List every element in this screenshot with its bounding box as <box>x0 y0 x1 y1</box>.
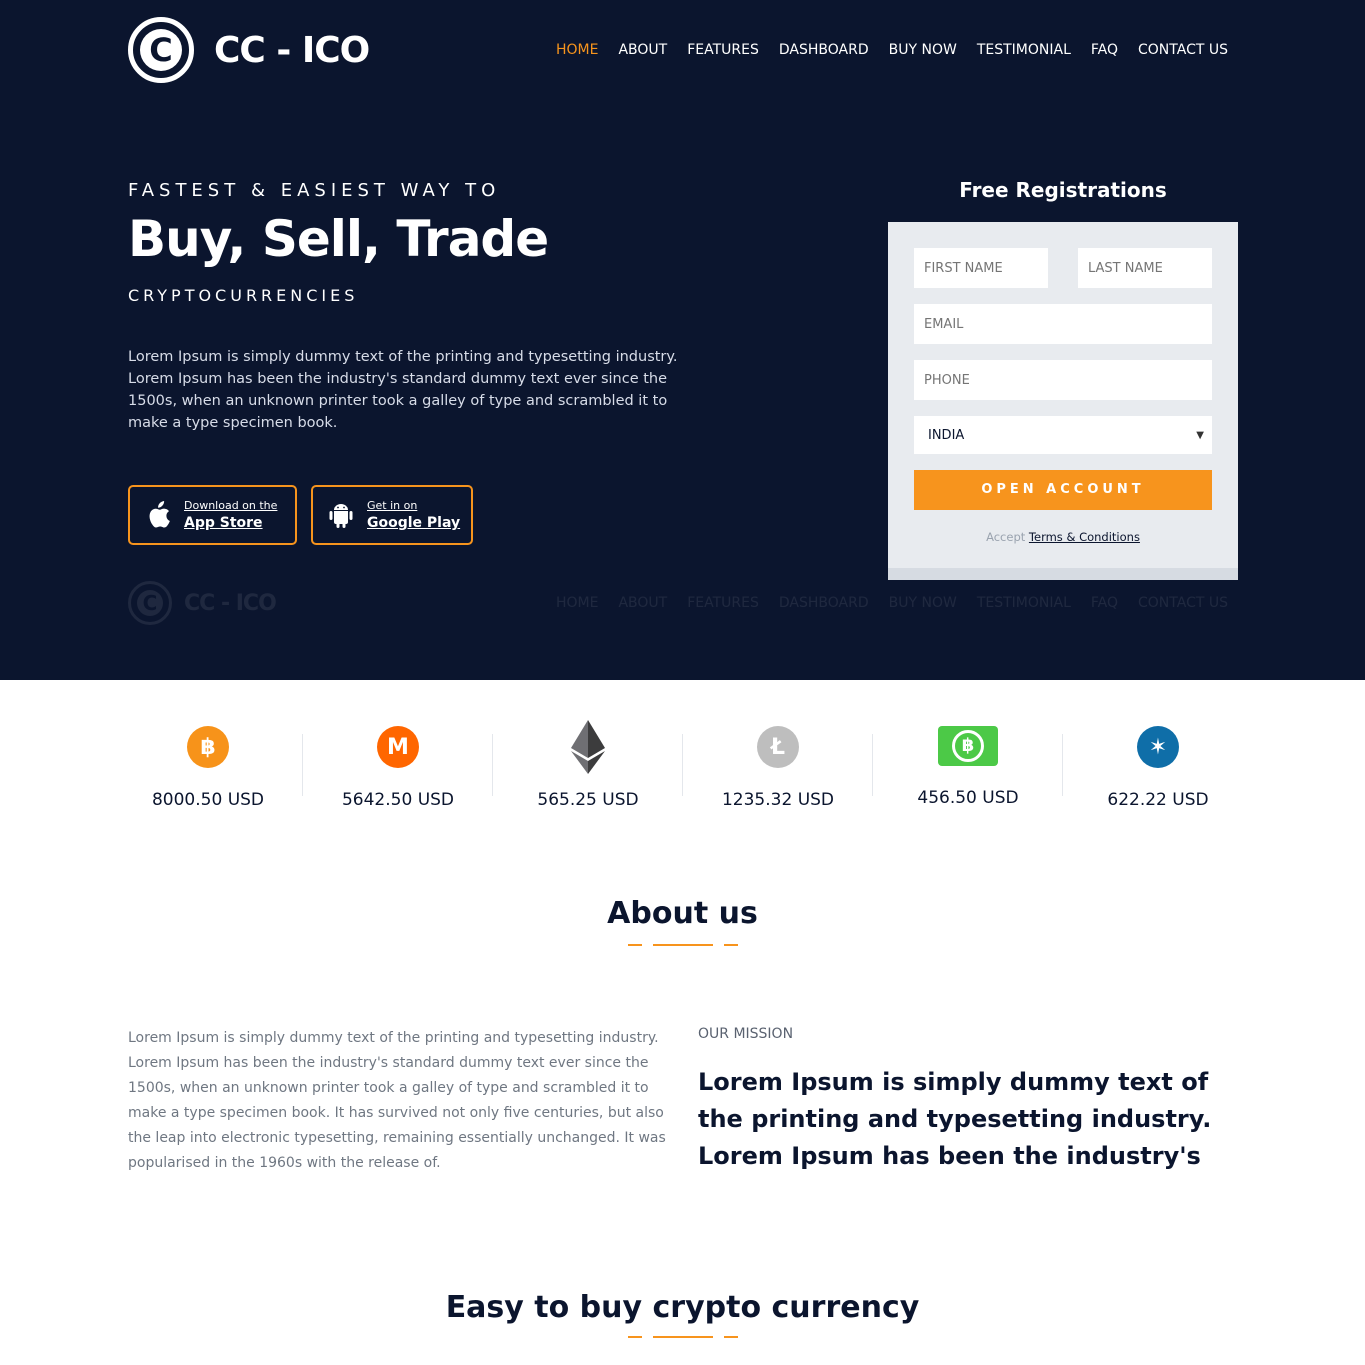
price-value: 1235.32 USD <box>721 790 835 810</box>
price-value: 8000.50 USD <box>151 790 265 810</box>
brand-logo[interactable]: C CC - ICO <box>128 17 370 83</box>
chevron-down-icon: ▼ <box>1196 429 1204 441</box>
monero-icon: M <box>377 726 419 768</box>
ghost-nav-features: FEATURES <box>687 595 759 611</box>
nav-about[interactable]: ABOUT <box>618 42 667 58</box>
about-title: About us <box>607 896 758 931</box>
ghost-logo-icon: C <box>128 581 172 625</box>
ghost-nav-contact-us: CONTACT US <box>1138 595 1228 611</box>
bitcoin-icon: ฿ <box>187 726 229 768</box>
price-item-bitcoin-cash: ฿ 456.50 USD <box>873 720 1063 820</box>
about-body: Lorem Ipsum is simply dummy text of the … <box>128 1030 666 1171</box>
price-value: 565.25 USD <box>537 790 639 810</box>
app-store-button[interactable]: Download on the App Store <box>128 485 297 545</box>
logo-letter: C <box>140 29 182 71</box>
registration-form: INDIA ▼ OPEN ACCOUNT Accept Terms & Cond… <box>888 222 1238 580</box>
main-nav: HOME ABOUT FEATURES DASHBOARD BUY NOW TE… <box>556 42 1228 58</box>
apple-icon <box>144 501 172 529</box>
email-field[interactable] <box>914 304 1212 344</box>
ghost-nav-dashboard: DASHBOARD <box>778 595 869 611</box>
nav-testimonial[interactable]: TESTIMONIAL <box>977 42 1071 58</box>
google-play-small-label: Get in on <box>367 499 418 512</box>
hero-headline: Buy, Sell, Trade <box>128 210 549 268</box>
buy-title: Easy to buy crypto currency <box>445 1290 920 1325</box>
last-name-field[interactable] <box>1078 248 1212 288</box>
price-ticker: ฿ 8000.50 USD M 5642.50 USD 565.25 USD Ł… <box>113 720 1253 820</box>
mission-kicker: OUR MISSION <box>698 1026 794 1042</box>
country-select[interactable]: INDIA ▼ <box>914 416 1212 454</box>
android-icon <box>327 501 355 529</box>
hero-kicker: FASTEST & EASIEST WAY TO <box>128 180 501 201</box>
price-item-ethereum: 565.25 USD <box>493 720 683 820</box>
litecoin-icon: Ł <box>757 726 799 768</box>
ghost-nav-about: ABOUT <box>618 595 668 611</box>
nav-home[interactable]: HOME <box>556 42 598 58</box>
nav-features[interactable]: FEATURES <box>687 42 759 58</box>
phone-field[interactable] <box>914 360 1212 400</box>
hero-description: Lorem Ipsum is simply dummy text of the … <box>128 349 678 431</box>
country-value: INDIA <box>928 427 965 443</box>
ghost-nav-testimonial: TESTIMONIAL <box>976 595 1071 611</box>
ghost-nav-home: HOME <box>555 595 599 611</box>
ghost-logo-letter: C <box>137 590 163 616</box>
google-play-labels: Get in on Google Play <box>367 499 460 531</box>
first-name-field[interactable] <box>914 248 1048 288</box>
registration-title: Free Registrations <box>959 178 1167 202</box>
name-row <box>914 248 1212 304</box>
hero-subhead: CRYPTOCURRENCIES <box>128 286 359 305</box>
nav-faq[interactable]: FAQ <box>1091 42 1118 58</box>
brand-name: CC - ICO <box>214 29 370 71</box>
google-play-button[interactable]: Get in on Google Play <box>311 485 473 545</box>
price-item-litecoin: Ł 1235.32 USD <box>683 720 873 820</box>
price-item-ripple: ✶ 622.22 USD <box>1063 720 1253 820</box>
nav-contact-us[interactable]: CONTACT US <box>1138 42 1228 58</box>
ghost-nav: HOME ABOUT FEATURES DASHBOARD BUY NOW TE… <box>556 595 1228 611</box>
nav-buy-now[interactable]: BUY NOW <box>889 42 957 58</box>
ethereum-icon <box>567 720 609 774</box>
ghost-brand-name: CC - ICO <box>184 590 277 616</box>
price-item-bitcoin: ฿ 8000.50 USD <box>113 720 303 820</box>
ghost-nav-buy-now: BUY NOW <box>888 595 957 611</box>
open-account-button[interactable]: OPEN ACCOUNT <box>914 470 1212 510</box>
ghost-nav-faq: FAQ <box>1090 595 1119 611</box>
price-value: 5642.50 USD <box>341 790 455 810</box>
bitcoin-cash-icon: ฿ <box>938 726 998 766</box>
terms-text: Accept Terms & Conditions <box>914 530 1212 544</box>
app-store-big-label: App Store <box>184 515 263 531</box>
price-item-monero: M 5642.50 USD <box>303 720 493 820</box>
buy-divider <box>628 1336 738 1338</box>
terms-link[interactable]: Terms & Conditions <box>1029 530 1140 544</box>
hero-section: C CC - ICO HOME ABOUT FEATURES DASHBOARD… <box>0 0 1365 680</box>
about-divider <box>628 944 738 946</box>
logo-icon: C <box>128 17 194 83</box>
terms-prefix: Accept <box>986 530 1026 544</box>
nav-dashboard[interactable]: DASHBOARD <box>779 42 869 58</box>
ghost-header: C CC - ICO HOME ABOUT FEATURES DASHBOARD… <box>128 580 1228 626</box>
price-value: 456.50 USD <box>917 788 1019 808</box>
bitcoin-cash-ring: ฿ <box>952 730 984 762</box>
google-play-big-label: Google Play <box>367 515 461 531</box>
app-store-labels: Download on the App Store <box>184 499 277 531</box>
mission-statement: Lorem Ipsum is simply dummy text of the … <box>698 1068 1212 1170</box>
price-value: 622.22 USD <box>1107 790 1209 810</box>
ghost-logo: C CC - ICO <box>128 581 277 625</box>
ripple-icon: ✶ <box>1137 726 1179 768</box>
app-store-small-label: Download on the <box>184 499 278 512</box>
